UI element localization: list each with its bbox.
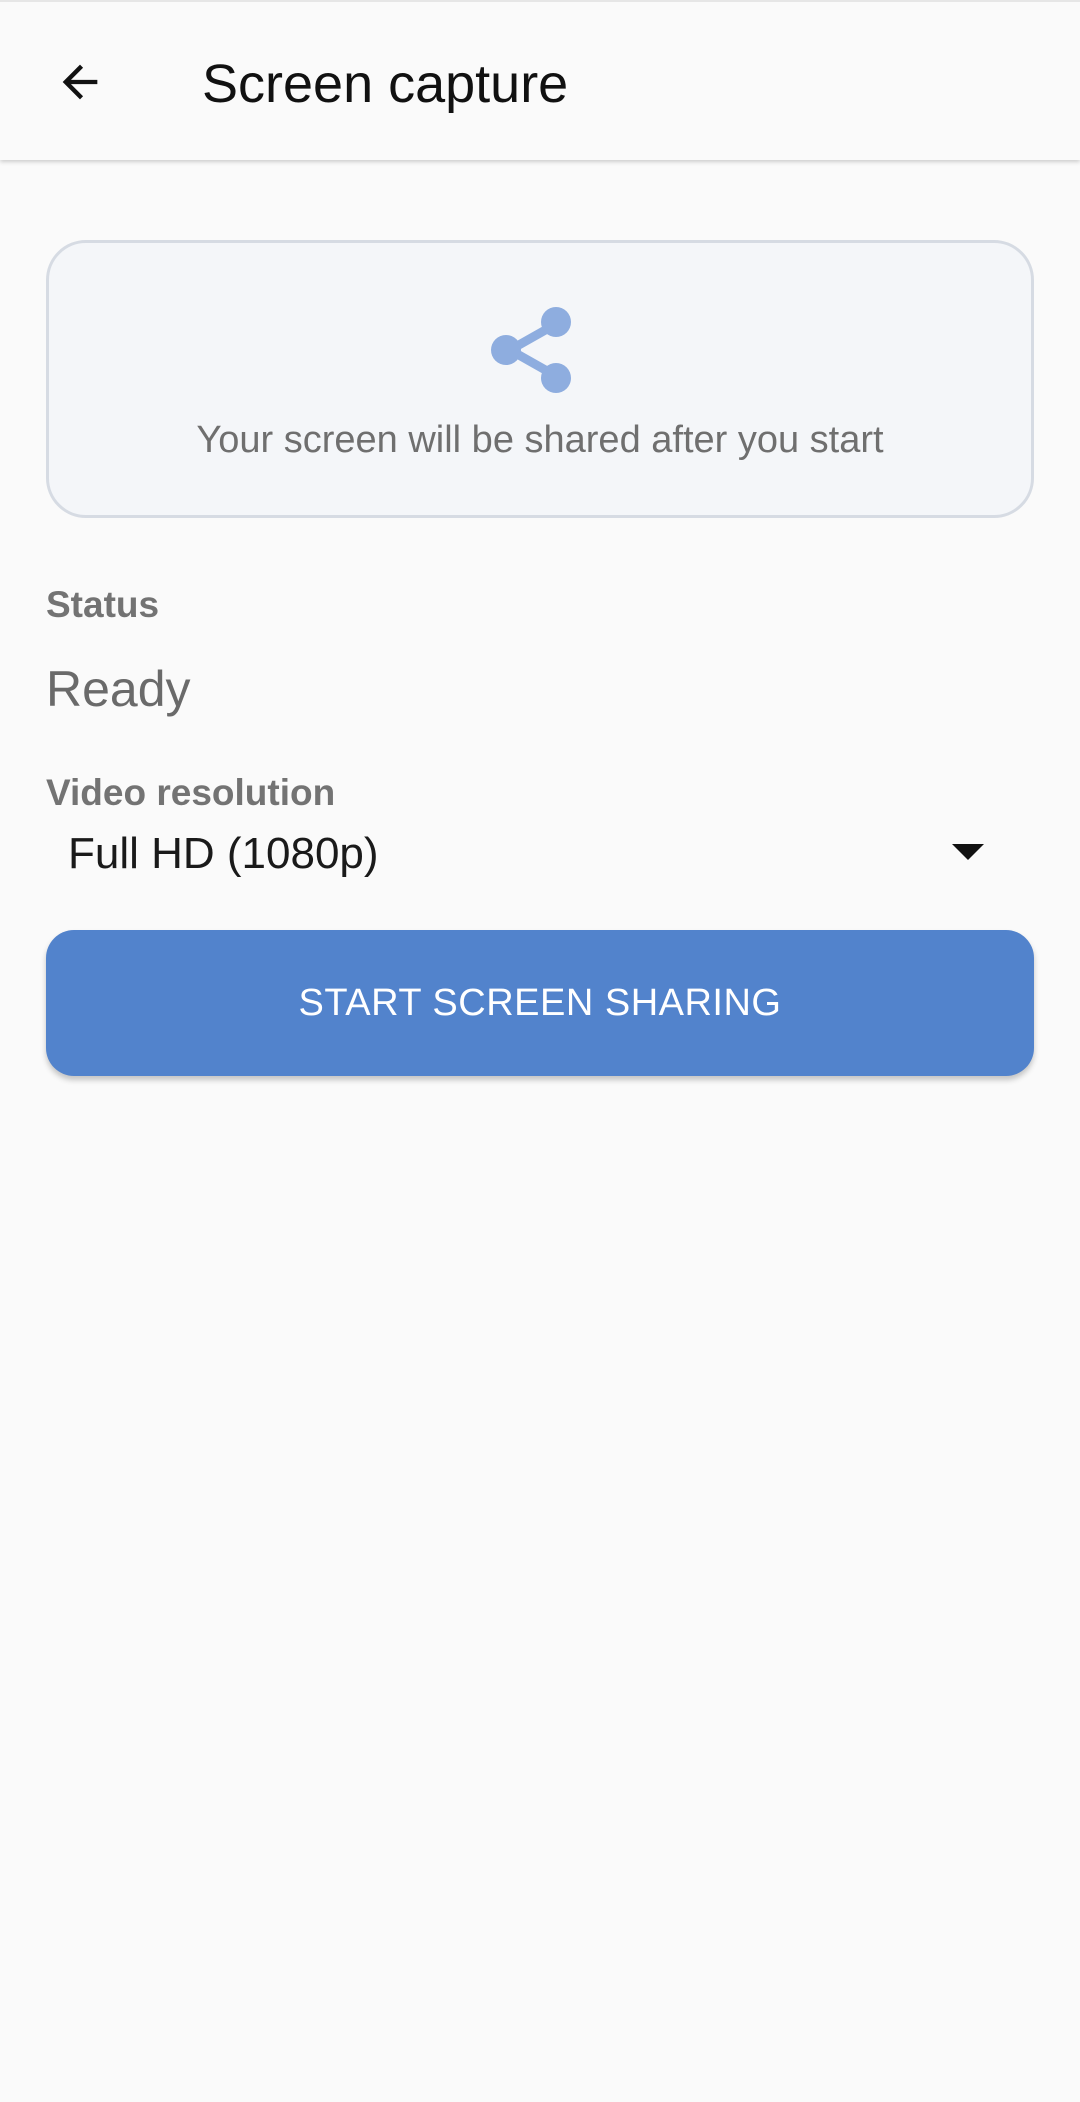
resolution-selected-value: Full HD (1080p) xyxy=(68,829,379,878)
resolution-label: Video resolution xyxy=(46,772,336,813)
dropdown-arrow-icon xyxy=(952,844,984,860)
share-icon xyxy=(491,307,571,393)
page-title: Screen capture xyxy=(202,54,569,114)
arrow-left-icon xyxy=(62,64,98,100)
preview-message: Your screen will be shared after you sta… xyxy=(196,419,884,461)
status-label: Status xyxy=(46,584,160,625)
resolution-dropdown[interactable]: Full HD (1080p) xyxy=(46,820,1034,890)
back-button[interactable] xyxy=(40,42,120,122)
start-screen-sharing-button[interactable]: START SCREEN SHARING xyxy=(46,930,1034,1076)
app-bar: Screen capture xyxy=(0,0,1080,160)
status-value: Ready xyxy=(46,661,191,717)
